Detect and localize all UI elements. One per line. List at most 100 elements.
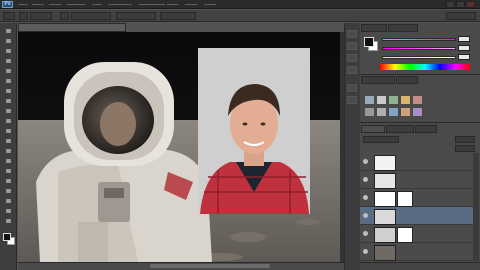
move-tool-icon[interactable] bbox=[3, 27, 14, 35]
adjustment-5-icon[interactable] bbox=[413, 96, 422, 104]
color-spectrum-ramp[interactable] bbox=[380, 64, 470, 70]
adjustment-8-icon[interactable] bbox=[389, 108, 398, 116]
visibility-eye-icon[interactable] bbox=[363, 195, 368, 200]
brush-presets-icon[interactable] bbox=[347, 84, 357, 92]
tab-color[interactable] bbox=[361, 24, 387, 32]
menu-extra[interactable] bbox=[203, 1, 218, 8]
adjustment-2-icon[interactable] bbox=[377, 96, 386, 104]
visibility-eye-icon[interactable] bbox=[363, 159, 368, 164]
blend-mode-select[interactable] bbox=[363, 136, 399, 143]
adjustment-1-icon[interactable] bbox=[365, 96, 374, 104]
properties-icon[interactable] bbox=[347, 42, 357, 50]
layer-row[interactable] bbox=[360, 153, 473, 171]
menu-layer[interactable] bbox=[66, 1, 88, 8]
tab-paths[interactable] bbox=[415, 125, 437, 133]
marquee-tool-icon[interactable] bbox=[3, 37, 14, 45]
auto-select-dropdown[interactable] bbox=[30, 12, 52, 20]
layer-row[interactable] bbox=[360, 171, 473, 189]
layer-mask-thumbnail[interactable] bbox=[397, 191, 413, 207]
auto-select-checkbox[interactable] bbox=[19, 12, 28, 20]
menu-edit[interactable] bbox=[31, 1, 46, 8]
distribute-buttons[interactable] bbox=[160, 12, 196, 20]
actions-icon[interactable] bbox=[347, 96, 357, 104]
tool-preset-picker[interactable] bbox=[3, 12, 15, 20]
visibility-eye-icon[interactable] bbox=[363, 213, 368, 218]
brush-tool-icon[interactable] bbox=[3, 97, 14, 105]
maximize-icon[interactable] bbox=[456, 1, 465, 8]
horizontal-scrollbar[interactable] bbox=[150, 264, 270, 268]
menu-help[interactable] bbox=[184, 1, 200, 8]
document-tab[interactable] bbox=[18, 23, 126, 32]
adjustment-9-icon[interactable] bbox=[401, 108, 410, 116]
layer-mask-thumbnail[interactable] bbox=[397, 227, 413, 243]
eraser-tool-icon[interactable] bbox=[3, 127, 14, 135]
layers-footer-buttons[interactable] bbox=[360, 262, 480, 270]
pen-tool-icon[interactable] bbox=[3, 167, 14, 175]
tab-layers[interactable] bbox=[361, 125, 385, 133]
layer-thumbnail bbox=[374, 245, 396, 261]
red-value-field[interactable] bbox=[458, 36, 470, 42]
menu-window[interactable] bbox=[166, 1, 180, 8]
zoom-tool-icon[interactable] bbox=[3, 217, 14, 225]
opacity-field[interactable] bbox=[455, 136, 475, 143]
menu-file[interactable] bbox=[17, 1, 30, 8]
eyedropper-tool-icon[interactable] bbox=[3, 77, 14, 85]
transform-controls-checkbox[interactable] bbox=[60, 12, 69, 20]
visibility-eye-icon[interactable] bbox=[363, 231, 368, 236]
path-select-tool-icon[interactable] bbox=[3, 187, 14, 195]
minimize-icon[interactable] bbox=[446, 1, 455, 8]
blue-value-field[interactable] bbox=[458, 54, 470, 60]
adjustment-4-icon[interactable] bbox=[401, 96, 410, 104]
layers-scrollbar[interactable] bbox=[473, 153, 479, 261]
crop-tool-icon[interactable] bbox=[3, 67, 14, 75]
close-icon[interactable] bbox=[466, 1, 475, 8]
layer-row[interactable] bbox=[360, 207, 473, 225]
adjustment-6-icon[interactable] bbox=[365, 108, 374, 116]
gradient-tool-icon[interactable] bbox=[3, 137, 14, 145]
shape-tool-icon[interactable] bbox=[3, 197, 14, 205]
workspace-switcher[interactable] bbox=[446, 12, 476, 20]
red-slider[interactable] bbox=[382, 38, 456, 41]
panel-foreground-swatch[interactable] bbox=[364, 37, 374, 47]
healing-brush-tool-icon[interactable] bbox=[3, 87, 14, 95]
menu-image[interactable] bbox=[48, 1, 63, 8]
menu-view[interactable] bbox=[153, 1, 165, 8]
dodge-tool-glyph bbox=[6, 159, 11, 163]
clone-stamp-tool-icon[interactable] bbox=[3, 107, 14, 115]
type-tool-icon[interactable] bbox=[3, 177, 14, 185]
menu-type[interactable] bbox=[91, 1, 104, 8]
layer-row[interactable] bbox=[360, 243, 473, 261]
quick-select-tool-icon[interactable] bbox=[3, 57, 14, 65]
menu-select[interactable] bbox=[107, 1, 135, 8]
menu-3d[interactable] bbox=[140, 1, 152, 8]
adjustment-7-icon[interactable] bbox=[377, 108, 386, 116]
visibility-eye-icon[interactable] bbox=[363, 249, 368, 254]
tab-swatches[interactable] bbox=[388, 24, 418, 32]
blur-tool-icon[interactable] bbox=[3, 147, 14, 155]
fill-field[interactable] bbox=[455, 145, 475, 152]
lasso-tool-icon[interactable] bbox=[3, 47, 14, 55]
history-icon[interactable] bbox=[347, 30, 357, 38]
blue-slider[interactable] bbox=[382, 56, 456, 59]
tab-styles[interactable] bbox=[396, 76, 418, 84]
history-brush-tool-icon[interactable] bbox=[3, 117, 14, 125]
green-slider[interactable] bbox=[382, 47, 456, 50]
layer-row[interactable] bbox=[360, 225, 473, 243]
tab-adjustments[interactable] bbox=[361, 76, 395, 84]
dodge-tool-icon[interactable] bbox=[3, 157, 14, 165]
layer-row[interactable] bbox=[360, 189, 473, 207]
tab-channels[interactable] bbox=[386, 125, 414, 133]
layer-thumbnail bbox=[374, 209, 396, 225]
pen-tool-glyph bbox=[6, 169, 11, 173]
hand-tool-icon[interactable] bbox=[3, 207, 14, 215]
adjustment-10-icon[interactable] bbox=[413, 108, 422, 116]
visibility-eye-icon[interactable] bbox=[363, 177, 368, 182]
foreground-color-swatch[interactable] bbox=[3, 233, 11, 241]
paragraph-icon[interactable] bbox=[347, 66, 357, 74]
lock-buttons[interactable] bbox=[363, 145, 403, 151]
align-buttons[interactable] bbox=[116, 12, 156, 20]
document-canvas[interactable] bbox=[18, 32, 344, 262]
green-value-field[interactable] bbox=[458, 45, 470, 51]
adjustment-3-icon[interactable] bbox=[389, 96, 398, 104]
character-icon[interactable] bbox=[347, 54, 357, 62]
